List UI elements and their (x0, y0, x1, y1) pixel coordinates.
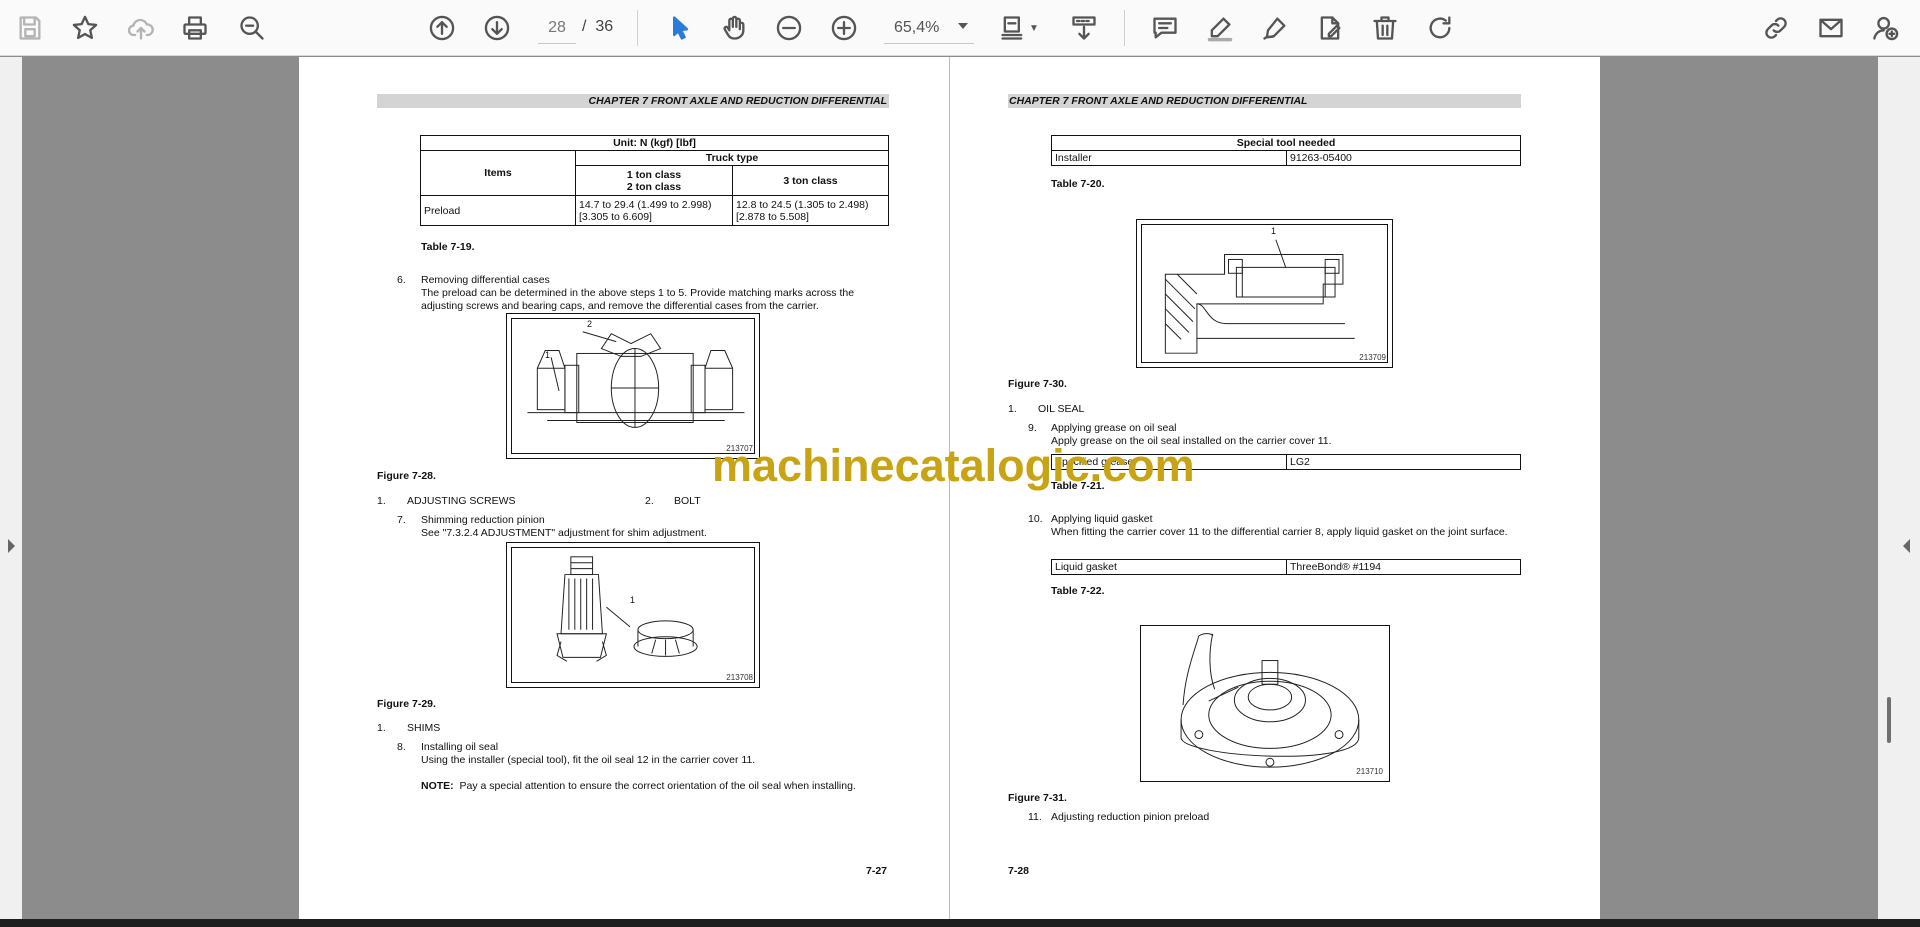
toolbar-divider (1124, 10, 1125, 46)
tool-part-number: 91263-05400 (1286, 150, 1521, 166)
figure-code: 213708 (726, 673, 753, 682)
left-side-panel (0, 57, 22, 919)
figure-caption: Figure 7-31. (1008, 792, 1067, 804)
figure-reduction-pinion: 1 213708 (506, 542, 760, 688)
page-number-input[interactable] (538, 12, 576, 44)
step-title: Shimming reduction pinion (421, 514, 545, 526)
user-account-icon[interactable] (1866, 8, 1906, 48)
preload-value-1-2-ton: 14.7 to 29.4 (1.499 to 2.998) [3.305 to 6… (575, 195, 733, 226)
legend-text: SHIMS (407, 722, 441, 734)
callout-label: 1 (630, 595, 636, 605)
right-side-panel (1878, 57, 1920, 919)
edit-document-icon[interactable] (1310, 8, 1350, 48)
figure-caption: Figure 7-28. (377, 470, 436, 482)
step-title: Adjusting reduction pinion preload (1051, 811, 1210, 823)
preload-row-label: Preload (420, 195, 576, 226)
figure-differential-case: 1 2 213707 (506, 313, 760, 459)
page-number: 7-27 (866, 865, 888, 877)
step-number: 11. (1028, 811, 1042, 823)
step-text: When fitting the carrier cover 11 to the… (1051, 526, 1508, 538)
save-icon[interactable] (10, 8, 50, 48)
step-number: 7. (397, 514, 406, 526)
figure-caption: Figure 7-29. (377, 698, 436, 710)
col-3-ton: 3 ton class (732, 165, 889, 196)
comment-icon[interactable] (1145, 8, 1185, 48)
zoom-out-icon[interactable] (769, 8, 809, 48)
bookmark-star-icon[interactable] (65, 8, 105, 48)
expand-left-panel-icon[interactable] (8, 539, 15, 553)
legend-number: 1. (377, 495, 386, 507)
tool-name: Installer (1051, 150, 1287, 166)
step-number: 6. (397, 274, 406, 286)
print-icon[interactable] (175, 8, 215, 48)
table-caption: Table 7-19. (421, 241, 475, 253)
figure-carrier-cover: 213710 (1140, 625, 1390, 782)
col-1-2-ton: 1 ton class 2 ton class (575, 165, 733, 196)
vertical-scrollbar[interactable] (1887, 697, 1891, 743)
scroll-mode-icon[interactable] (1064, 8, 1104, 48)
gasket-value: ThreeBond® #1194 (1286, 559, 1521, 575)
grease-value: LG2 (1286, 454, 1521, 470)
legend-number: 2. (645, 495, 654, 507)
zoom-in-icon[interactable] (824, 8, 864, 48)
legend-text: OIL SEAL (1038, 403, 1085, 415)
step-number: 8. (397, 741, 406, 753)
truck-type-header: Truck type (575, 150, 889, 166)
step-number: 10. (1028, 513, 1043, 525)
share-link-icon[interactable] (1756, 8, 1796, 48)
highlight-pen-icon[interactable] (1200, 8, 1240, 48)
items-header: Items (420, 150, 576, 196)
callout-label: 1 (545, 350, 551, 360)
special-tool-heading: Special tool needed (1051, 135, 1521, 151)
step-title: Applying liquid gasket (1051, 513, 1153, 525)
special-tool-table: Special tool needed Installer 91263-0540… (1051, 135, 1521, 166)
watermark-text: machinecatalogic.com (712, 440, 1195, 491)
figure-oil-seal: 1 213709 (1136, 219, 1393, 368)
step-text: Using the installer (special tool), fit … (421, 754, 756, 766)
callout-label: 1 (1271, 226, 1277, 236)
page-total: / 36 (582, 18, 614, 35)
email-icon[interactable] (1811, 8, 1851, 48)
figure-code: 213710 (1356, 767, 1383, 776)
toolbar-divider (637, 10, 638, 46)
step-text: See "7.3.2.4 ADJUSTMENT" adjustment for … (421, 527, 707, 539)
gasket-label: Liquid gasket (1051, 559, 1287, 575)
preload-table: Unit: N (kgf) [lbf] Items Truck type 1 t… (420, 135, 889, 226)
figure-caption: Figure 7-30. (1008, 378, 1067, 390)
bottom-bar (0, 919, 1920, 927)
legend-text: BOLT (674, 495, 701, 507)
callout-label: 2 (587, 319, 593, 329)
step-title: Applying grease on oil seal (1051, 422, 1177, 434)
delete-trash-icon[interactable] (1365, 8, 1405, 48)
note: NOTE: Pay a special attention to ensure … (421, 780, 856, 792)
step-title: Installing oil seal (421, 741, 499, 753)
step-text: The preload can be determined in the abo… (421, 287, 855, 312)
page-fit-icon[interactable]: ▼ (996, 8, 1042, 48)
unit-header: Unit: N (kgf) [lbf] (420, 135, 889, 151)
preload-value-3-ton: 12.8 to 24.5 (1.305 to 2.498) [2.878 to 5… (732, 195, 889, 226)
legend-number: 1. (1008, 403, 1017, 415)
step-title: Removing differential cases (421, 274, 550, 286)
draw-pen-icon[interactable] (1255, 8, 1295, 48)
zoom-level-select[interactable]: 65,4% (884, 12, 974, 44)
step-number: 9. (1028, 422, 1037, 434)
figure-code: 213709 (1359, 353, 1386, 362)
expand-right-panel-icon[interactable] (1903, 539, 1910, 553)
liquid-gasket-table: Liquid gasket ThreeBond® #1194 (1051, 559, 1521, 575)
page-number: 7-28 (1008, 865, 1030, 877)
upload-cloud-icon[interactable] (121, 8, 161, 48)
table-caption: Table 7-22. (1051, 585, 1105, 597)
next-page-icon[interactable] (477, 8, 517, 48)
table-caption: Table 7-20. (1051, 178, 1105, 190)
hand-tool-icon[interactable] (714, 8, 754, 48)
legend-number: 1. (377, 722, 386, 734)
select-cursor-icon[interactable] (660, 8, 700, 48)
toolbar: / 36 65,4% ▼ (0, 0, 1920, 56)
legend-text: ADJUSTING SCREWS (407, 495, 516, 507)
chapter-header: CHAPTER 7 FRONT AXLE AND REDUCTION DIFFE… (377, 94, 889, 108)
rotate-icon[interactable] (1420, 8, 1460, 48)
zoom-search-icon[interactable] (232, 8, 272, 48)
previous-page-icon[interactable] (422, 8, 462, 48)
chapter-header: CHAPTER 7 FRONT AXLE AND REDUCTION DIFFE… (1008, 94, 1521, 108)
